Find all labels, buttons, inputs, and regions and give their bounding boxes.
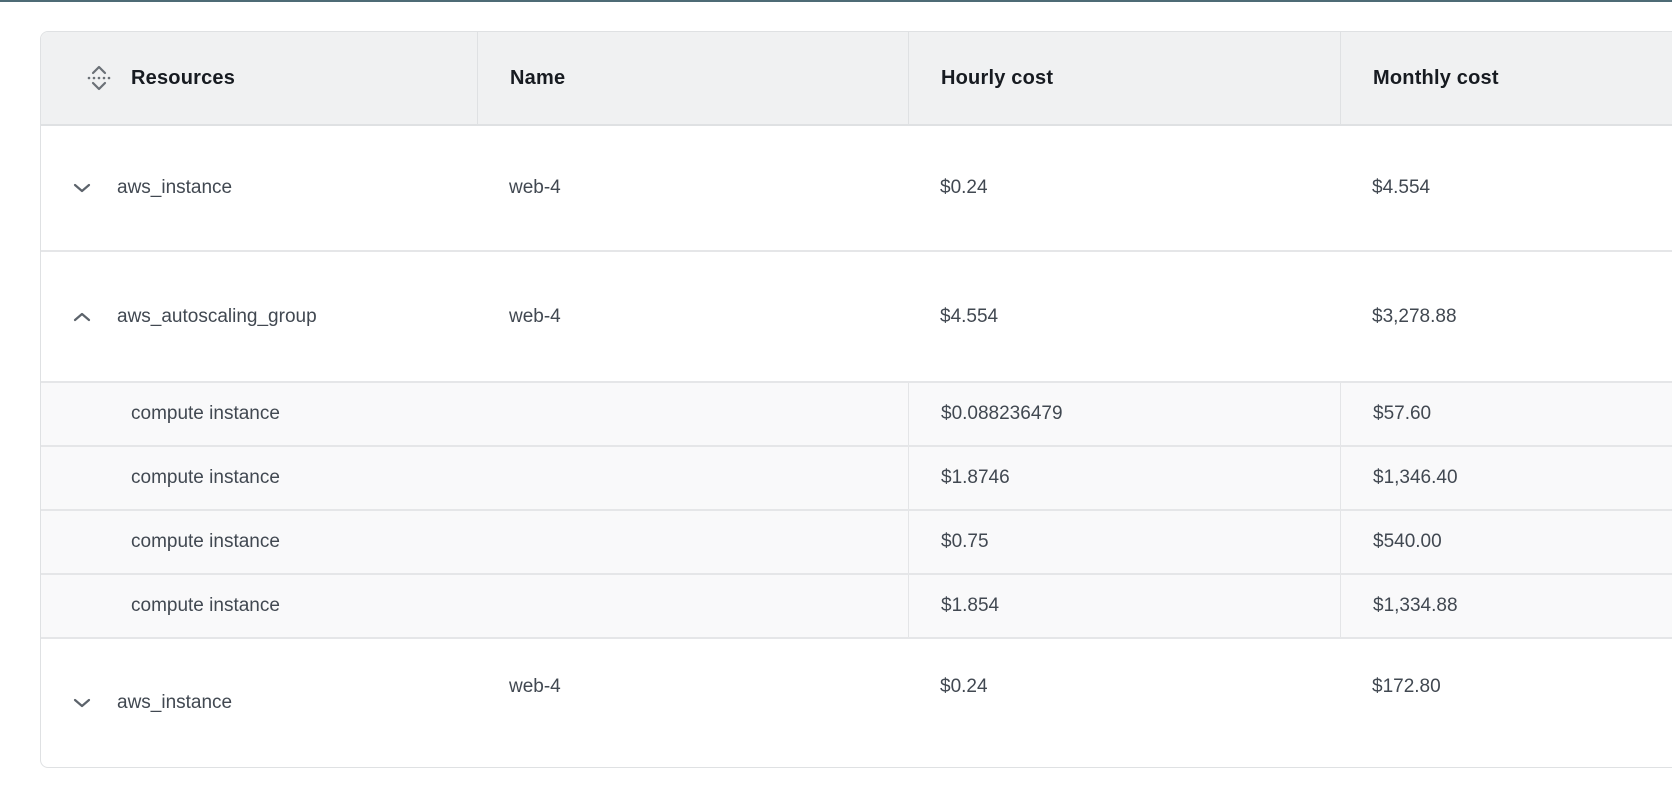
cell-hourly-cost: $1.8746: [908, 447, 1340, 509]
chevron-up-icon[interactable]: [73, 312, 91, 322]
resource-row-aws-autoscaling-group[interactable]: aws_autoscaling_group web-4 $4.554 $3,27…: [41, 252, 1672, 381]
top-accent-line: [0, 0, 1672, 2]
cell-name: web-4: [477, 126, 908, 250]
resource-row-aws-instance[interactable]: aws_instance web-4 $0.24 $4.554: [41, 126, 1672, 252]
cell-resource: aws_autoscaling_group: [41, 252, 477, 381]
cell-hourly-cost: $0.24: [908, 623, 1340, 751]
cost-breakdown-table: Resources Name Hourly cost Monthly cost …: [40, 31, 1672, 768]
sub-resource-row: compute instance $1.8746 $1,346.40: [41, 445, 1672, 509]
cell-sub-resource: compute instance: [41, 511, 908, 573]
cell-name: web-4: [477, 623, 908, 751]
chevron-down-icon[interactable]: [73, 183, 91, 193]
resource-label: aws_instance: [117, 177, 232, 199]
cell-monthly-cost: $57.60: [1340, 383, 1672, 445]
column-header-name: Name: [477, 32, 908, 124]
column-header-label: Resources: [131, 67, 235, 90]
column-header-hourly-cost: Hourly cost: [908, 32, 1340, 124]
cell-monthly-cost: $3,278.88: [1340, 252, 1672, 381]
cell-monthly-cost: $1,346.40: [1340, 447, 1672, 509]
table-header-row: Resources Name Hourly cost Monthly cost: [41, 32, 1672, 126]
cell-hourly-cost: $0.24: [908, 126, 1340, 250]
resource-label: aws_autoscaling_group: [117, 306, 317, 328]
cell-sub-resource: compute instance: [41, 447, 908, 509]
cell-sub-resource: compute instance: [41, 383, 908, 445]
cell-hourly-cost: $0.088236479: [908, 383, 1340, 445]
cell-resource: aws_instance: [41, 639, 477, 767]
cell-monthly-cost: $540.00: [1340, 511, 1672, 573]
cell-hourly-cost: $4.554: [908, 252, 1340, 381]
resource-label: aws_instance: [117, 692, 232, 714]
chevron-down-icon[interactable]: [73, 698, 91, 708]
cell-resource: aws_instance: [41, 126, 477, 250]
cell-monthly-cost: $4.554: [1340, 126, 1672, 250]
cell-name: web-4: [477, 252, 908, 381]
cell-hourly-cost: $0.75: [908, 511, 1340, 573]
column-header-resources: Resources: [41, 32, 477, 124]
resource-row-aws-instance[interactable]: aws_instance web-4 $0.24 $172.80: [41, 637, 1672, 767]
sub-resource-row: compute instance $0.088236479 $57.60: [41, 381, 1672, 445]
cell-monthly-cost: $172.80: [1340, 623, 1672, 751]
sub-resource-row: compute instance $0.75 $540.00: [41, 509, 1672, 573]
drag-handle-icon[interactable]: [85, 62, 113, 94]
column-header-monthly-cost: Monthly cost: [1340, 32, 1672, 124]
